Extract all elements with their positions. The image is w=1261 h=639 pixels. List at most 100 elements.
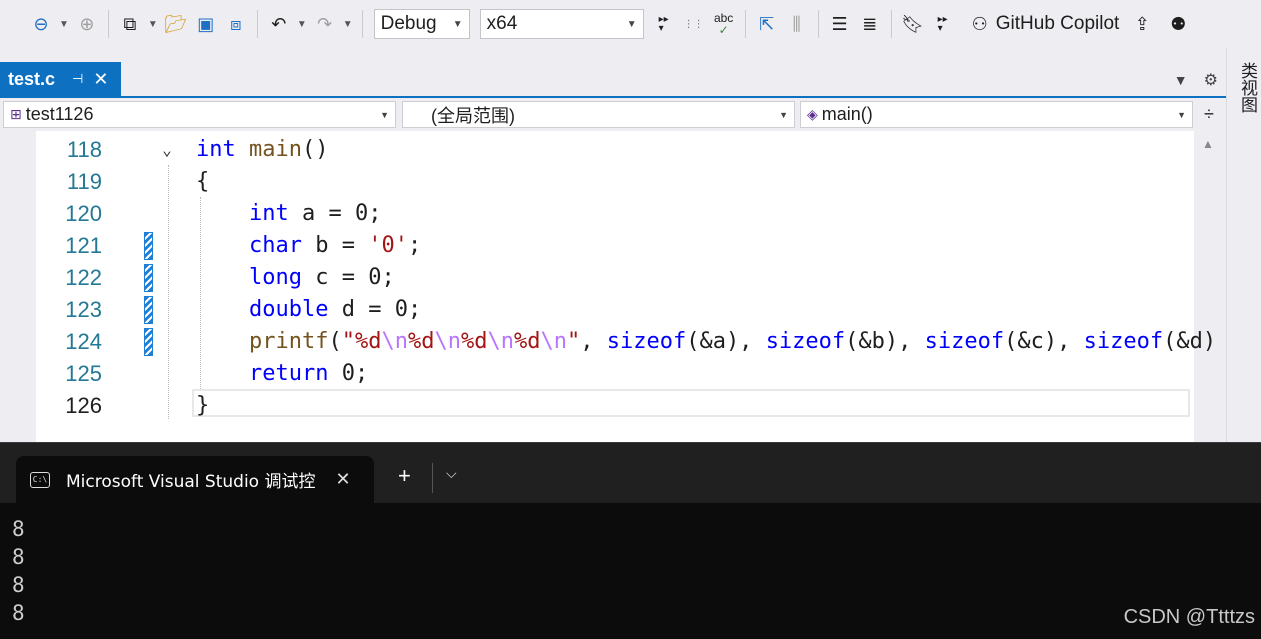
- tab-separator: [432, 463, 433, 493]
- select-element-icon[interactable]: ⇱: [754, 9, 780, 39]
- redo-dropdown-icon[interactable]: ▼: [343, 19, 353, 30]
- new-project-icon[interactable]: ⧉: [117, 9, 143, 39]
- comment-lines-icon[interactable]: ≣: [857, 9, 883, 39]
- project-select[interactable]: ⊞ test1126 ▼: [3, 101, 396, 128]
- align-left-icon[interactable]: ☰: [827, 9, 853, 39]
- close-icon[interactable]: ✕: [335, 469, 350, 490]
- save-all-icon[interactable]: ⧈: [223, 9, 249, 39]
- terminal-tab[interactable]: C:\ Microsoft Visual Studio 调试控 ✕: [16, 456, 374, 503]
- undo-icon[interactable]: ↶: [266, 9, 292, 39]
- line-number: 118: [66, 137, 102, 162]
- code-token: \n: [381, 329, 408, 354]
- line-number: 121: [65, 233, 102, 258]
- code-text: {: [196, 166, 209, 198]
- code-token: '0': [368, 233, 408, 258]
- code-token: char: [248, 233, 302, 258]
- spell-check-icon[interactable]: abc ✓: [711, 9, 737, 39]
- code-editor[interactable]: ▲ 118 ⌄ int main() 119{120 int a = 0; 121 ch…: [0, 131, 1226, 442]
- code-text: printf("%d\n%d\n%d\n%d\n", sizeof(&a), s…: [196, 326, 1216, 358]
- new-project-dropdown-icon[interactable]: ▼: [148, 19, 158, 30]
- tab-test-c[interactable]: test.c ⊣ ✕: [0, 62, 121, 96]
- toolbar-overflow-icon[interactable]: ▸▸ ▾: [930, 9, 956, 39]
- bookmark-icon[interactable]: 🔖︎: [900, 9, 926, 39]
- solution-platform-select[interactable]: x64 ▼: [479, 9, 644, 39]
- save-icon[interactable]: ▣: [193, 9, 219, 39]
- toolbar-separator: [107, 10, 109, 38]
- watermark: CSDN @Ttttzs: [1123, 606, 1255, 628]
- code-text: int main(): [196, 134, 328, 166]
- class-view-side-tab[interactable]: 类视图: [1226, 48, 1261, 442]
- new-tab-icon[interactable]: +: [398, 463, 411, 489]
- account-icon[interactable]: ⚉: [1165, 9, 1191, 39]
- code-text: long c = 0;: [196, 262, 395, 294]
- console-output-line: 8: [12, 573, 25, 597]
- github-copilot-button[interactable]: ⚇ GitHub Copilot: [972, 13, 1120, 35]
- tab-tools: ▼ ⚙: [1174, 70, 1218, 90]
- gear-icon[interactable]: ⚙: [1204, 70, 1218, 90]
- split-editor-icon[interactable]: ÷: [1196, 101, 1222, 128]
- toolbar-overflow-icon[interactable]: ▸▸ ▾: [651, 9, 677, 39]
- open-file-icon[interactable]: 📂︎: [163, 9, 189, 39]
- undo-dropdown-icon[interactable]: ▼: [297, 19, 307, 30]
- code-token: (&c),: [1004, 329, 1084, 354]
- code-line[interactable]: 121 char b = '0';: [36, 230, 1194, 262]
- console-output-line: 8: [12, 601, 25, 625]
- navigate-back-dropdown-icon[interactable]: ▼: [59, 19, 69, 30]
- code-token: (&d): [1163, 329, 1217, 354]
- scope-select[interactable]: (全局范围) ▼: [402, 101, 795, 128]
- code-token: b =: [301, 233, 369, 258]
- code-line[interactable]: 119 {: [36, 166, 1194, 198]
- code-token: (): [301, 137, 329, 162]
- line-number: 123: [65, 297, 102, 322]
- code-token: sizeof: [1083, 329, 1164, 354]
- code-token: sizeof: [606, 329, 687, 354]
- close-icon[interactable]: ✕: [93, 69, 108, 90]
- navigate-forward-icon[interactable]: ⊕: [74, 9, 100, 39]
- code-token: (: [328, 329, 342, 354]
- code-token: }: [196, 393, 210, 418]
- member-select[interactable]: ◈ main() ▼: [800, 101, 1193, 128]
- debug-console-window: C:\ Microsoft Visual Studio 调试控 ✕ + ⌵ 8 8…: [0, 442, 1261, 639]
- vertical-scrollbar[interactable]: ▲: [1194, 131, 1226, 442]
- code-line[interactable]: 118 ⌄ int main(): [36, 134, 1194, 166]
- code-token: d = 0;: [328, 297, 422, 322]
- code-line[interactable]: 122 long c = 0;: [36, 262, 1194, 294]
- code-line[interactable]: 120 int a = 0;: [36, 198, 1194, 230]
- cube-icon: ◈: [807, 106, 818, 122]
- pin-icon[interactable]: ⊣: [72, 71, 83, 87]
- chevron-down-icon: ▼: [380, 109, 389, 120]
- toolbar-separator: [744, 10, 746, 38]
- chevron-down-icon[interactable]: ⌵: [446, 465, 457, 482]
- copilot-icon: ⚇: [971, 13, 988, 34]
- solution-configuration-select[interactable]: Debug ▼: [373, 9, 470, 39]
- chevron-down-icon: ▼: [626, 18, 637, 30]
- unsaved-change-marker: [144, 264, 153, 292]
- code-token: int: [196, 137, 236, 162]
- navigation-bar: ⊞ test1126 ▼ (全局范围) ▼ ◈ main() ▼ ÷: [0, 98, 1226, 130]
- code-line[interactable]: 125 return 0;: [36, 358, 1194, 390]
- share-icon[interactable]: ⇪: [1129, 9, 1155, 39]
- code-token: long: [248, 265, 302, 290]
- unsaved-change-marker: [144, 232, 153, 260]
- navigate-back-icon[interactable]: ⊖: [28, 9, 54, 39]
- line-number: 122: [65, 265, 102, 290]
- code-line[interactable]: 126}: [36, 390, 1194, 422]
- code-token: ;: [407, 233, 422, 258]
- tab-list-dropdown-icon[interactable]: ▼: [1174, 72, 1188, 88]
- terminal-tab-bar: C:\ Microsoft Visual Studio 调试控 ✕ + ⌵: [0, 443, 1261, 503]
- code-token: main: [249, 137, 302, 162]
- layout-icon[interactable]: ⫼: [784, 9, 810, 39]
- redo-icon[interactable]: ↷: [312, 9, 338, 39]
- console-icon: C:\: [30, 471, 50, 488]
- code-line[interactable]: 124 printf("%d\n%d\n%d\n%d\n", sizeof(&a…: [36, 326, 1216, 358]
- project-value: test1126: [25, 104, 94, 124]
- collapse-region-icon[interactable]: ⌄: [156, 134, 178, 166]
- code-token: ": [566, 329, 581, 354]
- scroll-up-icon[interactable]: ▲: [1202, 137, 1214, 151]
- grip-icon: ⋮⋮: [683, 18, 704, 30]
- chevron-down-icon: ▼: [779, 109, 788, 120]
- code-line[interactable]: 123 double d = 0;: [36, 294, 1194, 326]
- code-token: \n: [540, 329, 567, 354]
- code-text: int a = 0;: [196, 198, 381, 230]
